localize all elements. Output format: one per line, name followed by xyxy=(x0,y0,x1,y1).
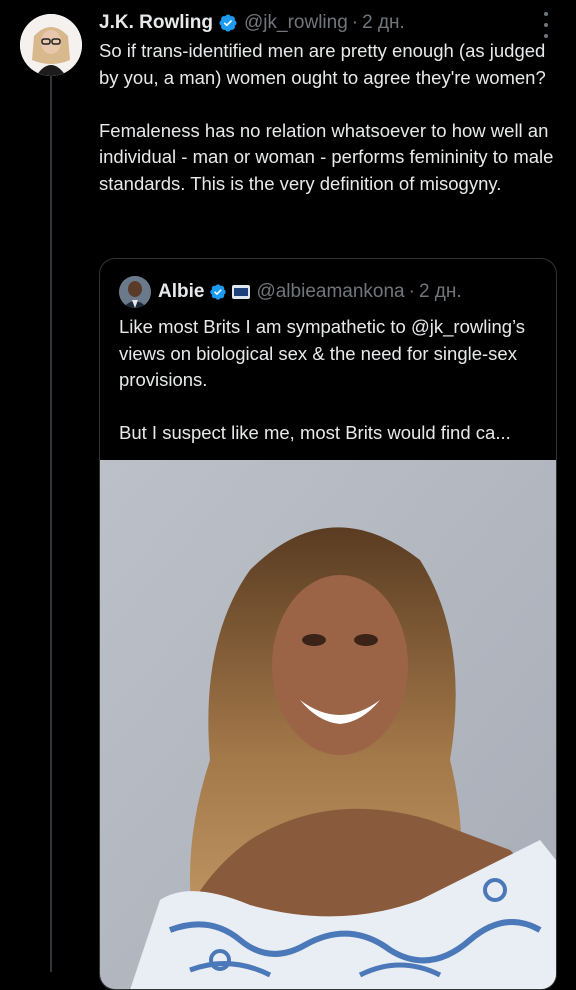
tweet-header: J.K. Rowling @jk_rowling · 2 дн. xyxy=(99,10,552,36)
news-outlet-badge-icon[interactable] xyxy=(232,285,251,299)
meta-separator: · xyxy=(351,12,359,33)
more-options-icon[interactable] xyxy=(542,12,550,38)
quoted-tweet-header: Albie @albieamankona · 2 дн. xyxy=(158,279,546,305)
quoted-tweet-card[interactable]: Albie @albieamankona · 2 дн. Like most B… xyxy=(99,258,557,990)
tweet-timestamp[interactable]: 2 дн. xyxy=(362,12,405,34)
author-avatar[interactable] xyxy=(20,14,82,76)
author-name[interactable]: J.K. Rowling xyxy=(99,12,213,34)
quoted-author-avatar[interactable] xyxy=(119,276,151,308)
quoted-author-name[interactable]: Albie xyxy=(158,281,204,303)
quoted-tweet-text: Like most Brits I am sympathetic to @jk_… xyxy=(119,316,526,443)
quoted-tweet-photo[interactable] xyxy=(100,460,556,989)
quoted-tweet-timestamp[interactable]: 2 дн. xyxy=(419,281,462,303)
thread-connector-line xyxy=(50,72,52,972)
tweet-text: So if trans-identified men are pretty en… xyxy=(99,40,554,194)
quoted-author-handle[interactable]: @albieamankona xyxy=(256,281,404,303)
author-handle[interactable]: @jk_rowling xyxy=(244,12,348,34)
verified-badge-icon[interactable] xyxy=(218,13,238,33)
meta-separator: · xyxy=(408,281,415,302)
verified-badge-icon[interactable] xyxy=(209,283,227,301)
